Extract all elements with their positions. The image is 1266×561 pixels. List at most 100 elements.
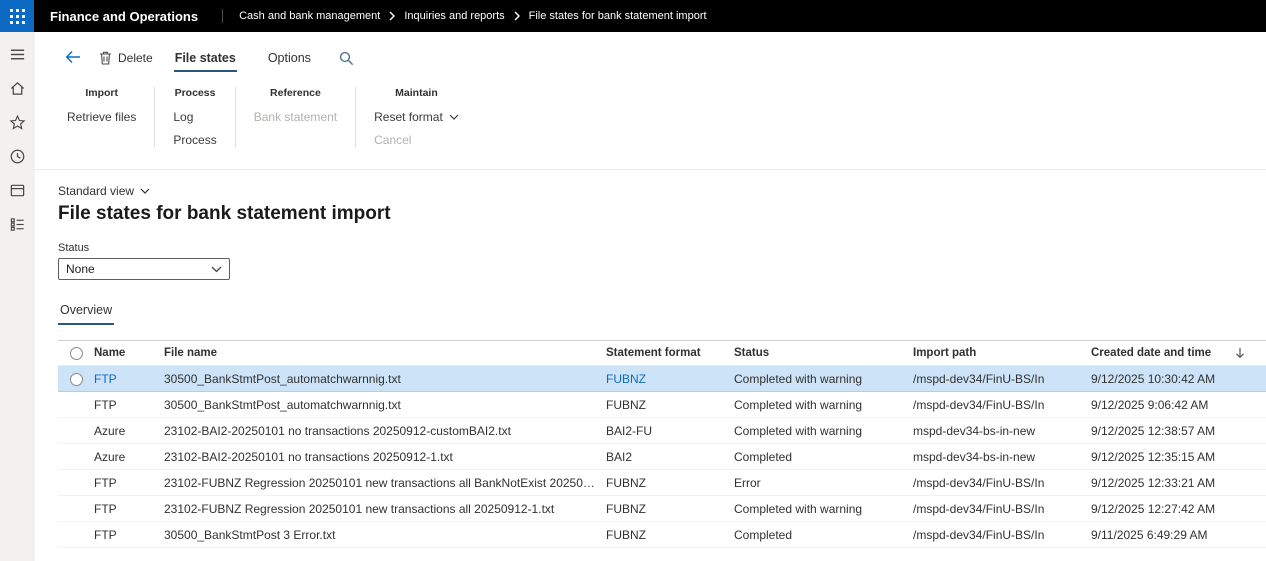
- row-file-name: 30500_BankStmtPost_automatchwarnnig.txt: [164, 366, 606, 392]
- group-title-process: Process: [173, 87, 216, 99]
- ribbon-group-reference: Reference Bank statement: [236, 87, 356, 147]
- row-status: Completed with warning: [734, 418, 913, 444]
- row-select-cell[interactable]: [58, 392, 94, 418]
- ribbon-group-process: Process Log Process: [155, 87, 235, 147]
- group-title-import: Import: [67, 87, 136, 99]
- action-pane-tabs: File states Options: [174, 44, 312, 72]
- table-row[interactable]: FTP 23102-FUBNZ Regression 20250101 new …: [58, 496, 1266, 522]
- row-name[interactable]: FTP: [94, 470, 164, 496]
- row-statement-format[interactable]: BAI2-FU: [606, 418, 734, 444]
- row-status: Completed: [734, 522, 913, 548]
- status-dropdown[interactable]: None: [58, 258, 230, 280]
- row-statement-format[interactable]: FUBNZ: [606, 496, 734, 522]
- row-name[interactable]: Azure: [94, 444, 164, 470]
- top-bar: Finance and Operations Cash and bank man…: [0, 0, 1266, 32]
- view-selector[interactable]: Standard view: [58, 184, 150, 198]
- column-header-file-name[interactable]: File name: [164, 341, 606, 366]
- row-created: 9/12/2025 12:35:15 AM: [1091, 444, 1266, 470]
- nav-modules-button[interactable]: [0, 207, 35, 241]
- page-title: File states for bank statement import: [58, 203, 1266, 225]
- back-button[interactable]: [60, 48, 86, 69]
- tab-options[interactable]: Options: [267, 44, 312, 72]
- nav-recent-button[interactable]: [0, 139, 35, 173]
- row-name[interactable]: Azure: [94, 418, 164, 444]
- status-filter: Status None: [58, 242, 1266, 280]
- breadcrumb-item-3: File states for bank statement import: [529, 10, 707, 22]
- row-name[interactable]: FTP: [94, 392, 164, 418]
- row-status: Completed: [734, 444, 913, 470]
- row-created: 9/12/2025 12:33:21 AM: [1091, 470, 1266, 496]
- home-icon: [9, 80, 26, 97]
- row-name[interactable]: FTP: [94, 496, 164, 522]
- row-select-cell[interactable]: [58, 366, 94, 392]
- tab-overview[interactable]: Overview: [58, 303, 114, 325]
- row-import-path: mspd-dev34-bs-in-new: [913, 444, 1091, 470]
- modules-icon: [9, 216, 26, 233]
- left-nav-rail: [0, 32, 35, 561]
- column-header-statement-format[interactable]: Statement format: [606, 341, 734, 366]
- row-statement-format[interactable]: FUBNZ: [606, 366, 734, 392]
- table-row[interactable]: Azure 23102-BAI2-20250101 no transaction…: [58, 418, 1266, 444]
- row-import-path: /mspd-dev34/FinU-BS/In: [913, 366, 1091, 392]
- row-name[interactable]: FTP: [94, 522, 164, 548]
- tab-file-states[interactable]: File states: [174, 44, 237, 72]
- column-header-created[interactable]: Created date and time: [1091, 341, 1266, 366]
- breadcrumb-item-1[interactable]: Cash and bank management: [239, 10, 380, 22]
- row-status: Error: [734, 470, 913, 496]
- waffle-icon: [10, 9, 25, 24]
- row-select-cell[interactable]: [58, 496, 94, 522]
- row-select-cell[interactable]: [58, 418, 94, 444]
- row-statement-format[interactable]: FUBNZ: [606, 470, 734, 496]
- retrieve-files-button[interactable]: Retrieve files: [67, 110, 136, 124]
- row-select-cell[interactable]: [58, 444, 94, 470]
- row-status: Completed with warning: [734, 366, 913, 392]
- row-file-name: 30500_BankStmtPost_automatchwarnnig.txt: [164, 392, 606, 418]
- reset-format-label: Reset format: [374, 110, 443, 124]
- table-row[interactable]: FTP 23102-FUBNZ Regression 20250101 new …: [58, 470, 1266, 496]
- row-radio[interactable]: [70, 373, 83, 386]
- ribbon-group-import: Import Retrieve files: [67, 87, 155, 147]
- row-import-path: /mspd-dev34/FinU-BS/In: [913, 496, 1091, 522]
- nav-favorites-button[interactable]: [0, 105, 35, 139]
- app-launcher-button[interactable]: [0, 0, 34, 32]
- view-selector-label: Standard view: [58, 184, 134, 198]
- table-row[interactable]: FTP 30500_BankStmtPost_automatchwarnnig.…: [58, 366, 1266, 392]
- chevron-down-icon: [211, 266, 222, 273]
- row-select-cell[interactable]: [58, 470, 94, 496]
- search-button[interactable]: [339, 47, 354, 69]
- group-title-reference: Reference: [254, 87, 337, 99]
- action-pane: Delete File states Options: [35, 41, 1266, 75]
- select-all-cell[interactable]: [58, 341, 94, 366]
- row-file-name: 23102-FUBNZ Regression 20250101 new tran…: [164, 470, 606, 496]
- column-header-status[interactable]: Status: [734, 341, 913, 366]
- reset-format-button[interactable]: Reset format: [374, 110, 459, 124]
- row-statement-format[interactable]: FUBNZ: [606, 392, 734, 418]
- column-header-name[interactable]: Name: [94, 341, 164, 366]
- row-created: 9/11/2025 6:49:29 AM: [1091, 522, 1266, 548]
- row-created: 9/12/2025 10:30:42 AM: [1091, 366, 1266, 392]
- main-area: Delete File states Options Import Retrie…: [35, 32, 1266, 561]
- app-title: Finance and Operations: [50, 9, 198, 24]
- row-created: 9/12/2025 9:06:42 AM: [1091, 392, 1266, 418]
- row-statement-format[interactable]: BAI2: [606, 444, 734, 470]
- column-header-import-path[interactable]: Import path: [913, 341, 1091, 366]
- row-select-cell[interactable]: [58, 522, 94, 548]
- log-button[interactable]: Log: [173, 110, 216, 124]
- row-import-path: /mspd-dev34/FinU-BS/In: [913, 470, 1091, 496]
- delete-button[interactable]: Delete: [99, 51, 153, 65]
- table-row[interactable]: Azure 23102-BAI2-20250101 no transaction…: [58, 444, 1266, 470]
- nav-home-button[interactable]: [0, 71, 35, 105]
- nav-menu-button[interactable]: [0, 37, 35, 71]
- nav-workspaces-button[interactable]: [0, 173, 35, 207]
- cancel-button: Cancel: [374, 133, 459, 147]
- table-row[interactable]: FTP 30500_BankStmtPost 3 Error.txt FUBNZ…: [58, 522, 1266, 548]
- select-all-radio[interactable]: [70, 347, 83, 360]
- trash-icon: [99, 51, 112, 65]
- chevron-right-icon: [389, 11, 395, 21]
- row-name[interactable]: FTP: [94, 366, 164, 392]
- table-row[interactable]: FTP 30500_BankStmtPost_automatchwarnnig.…: [58, 392, 1266, 418]
- breadcrumb-item-2[interactable]: Inquiries and reports: [404, 10, 504, 22]
- row-statement-format[interactable]: FUBNZ: [606, 522, 734, 548]
- process-button[interactable]: Process: [173, 133, 216, 147]
- row-import-path: mspd-dev34-bs-in-new: [913, 418, 1091, 444]
